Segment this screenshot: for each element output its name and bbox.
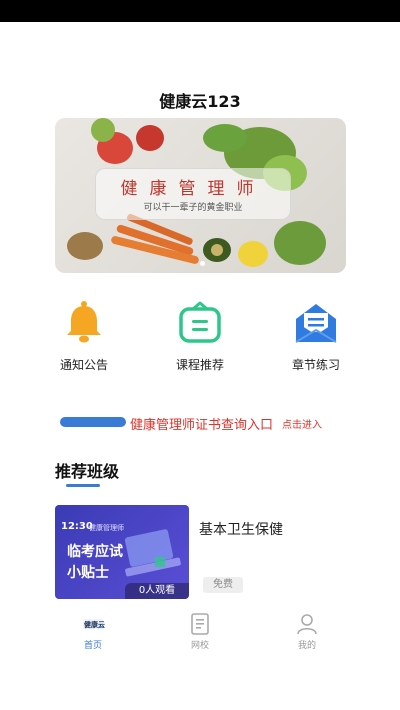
course-name[interactable]: 基本卫生保健 <box>199 519 283 539</box>
course-thumbnail[interactable]: 12:30 健康管理师 临考应试 小贴士 0人观看 <box>55 505 189 599</box>
menu-item-practice[interactable]: 章节练习 <box>266 300 366 373</box>
menu-label-course: 课程推荐 <box>175 358 224 372</box>
thumb-brand: 健康管理师 <box>89 524 124 532</box>
section-title: 推荐班级 <box>55 462 120 481</box>
tab-label-mine: 我的 <box>297 641 316 651</box>
status-bar <box>0 0 400 22</box>
app-title: 健康云123 <box>159 92 241 111</box>
envelope-icon <box>295 304 337 343</box>
course-board-icon <box>179 301 221 343</box>
certificate-notice[interactable]: 健康管理师证书查询入口 点击进入 <box>0 412 400 433</box>
banner-subtitle: 可以干一辈子的黄金职业 <box>143 203 243 213</box>
view-count: 0人观看 <box>125 583 189 599</box>
banner-carousel[interactable]: 健康管理师 可以干一辈子的黄金职业 <box>55 118 346 273</box>
course-card[interactable]: 12:30 健康管理师 临考应试 小贴士 0人观看 基本卫生保健 免费 <box>55 505 355 600</box>
user-icon <box>297 614 317 635</box>
notice-text: 健康管理师证书查询入口 <box>130 418 274 433</box>
menu-item-notice[interactable]: 通知公告 <box>34 300 134 373</box>
menu-label-practice: 章节练习 <box>291 358 340 372</box>
bottom-tabbar: 健康云 首页 网校 我的 <box>0 604 400 654</box>
home-logo-icon: 健康云 <box>83 619 105 629</box>
tab-home[interactable]: 健康云 首页 <box>53 612 133 651</box>
menu-item-course[interactable]: 课程推荐 <box>150 300 250 373</box>
tab-label-home: 首页 <box>83 641 102 651</box>
tab-school[interactable]: 网校 <box>160 612 240 651</box>
quick-menu: 通知公告 课程推荐 章节练习 <box>0 300 400 380</box>
price-badge: 免费 <box>203 577 243 593</box>
notice-pill <box>60 417 126 427</box>
notice-enter-link[interactable]: 点击进入 <box>282 416 322 431</box>
bell-icon <box>67 301 101 343</box>
carousel-indicator <box>200 261 205 266</box>
thumb-headline-1: 临考应试 <box>67 544 123 560</box>
section-underline <box>66 484 100 487</box>
thumb-headline-2: 小贴士 <box>67 565 109 581</box>
banner-title: 健康管理师 <box>120 179 266 199</box>
school-book-icon <box>191 613 209 635</box>
tab-label-school: 网校 <box>190 641 209 651</box>
svg-text:健康云: 健康云 <box>84 620 105 629</box>
tab-mine[interactable]: 我的 <box>267 612 347 651</box>
menu-label-notice: 通知公告 <box>59 358 108 372</box>
